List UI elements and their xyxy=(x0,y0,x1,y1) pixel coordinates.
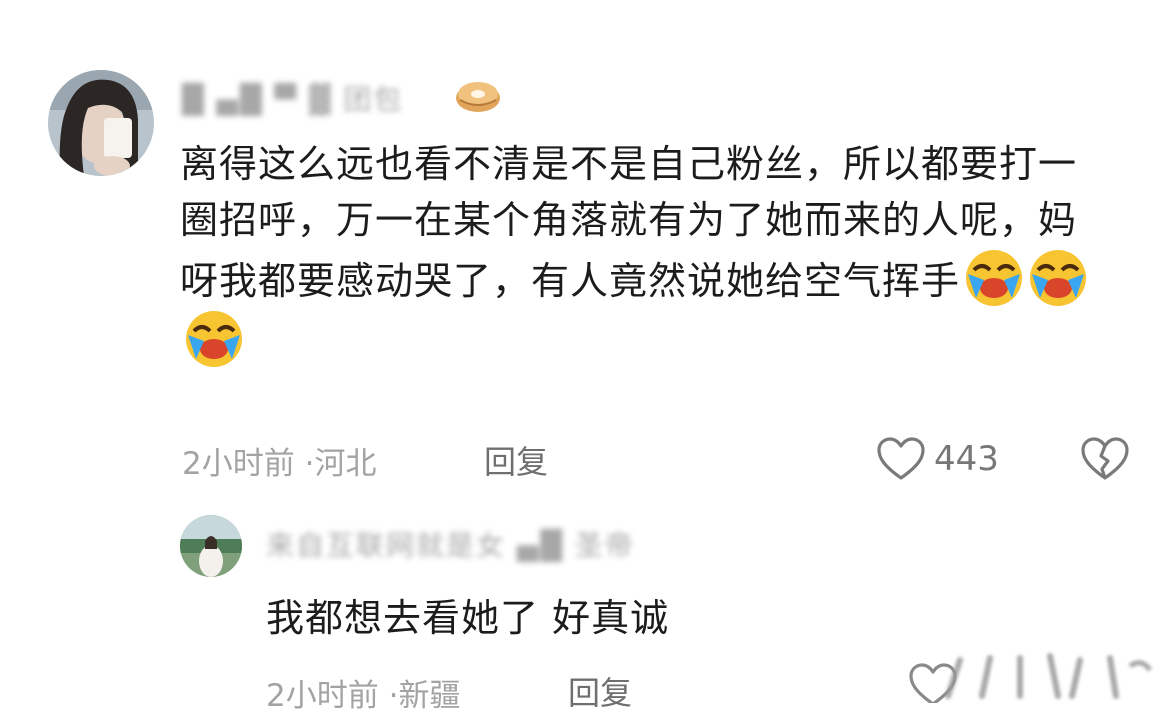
watermark-logo xyxy=(930,650,1155,703)
reply-reply-button[interactable]: 回复 xyxy=(568,668,632,714)
reply-avatar[interactable] xyxy=(180,515,242,577)
avatar[interactable] xyxy=(48,70,154,176)
comment-location: 河北 xyxy=(314,446,377,482)
reply-time: 2小时前 xyxy=(266,678,379,714)
laugh-cry-emoji-icon xyxy=(1028,248,1088,308)
comment-time: 2小时前 xyxy=(182,446,295,482)
heart-icon xyxy=(877,437,925,480)
laugh-cry-emoji-icon xyxy=(964,248,1024,308)
reply-text: 我都想去看她了 好真诚 xyxy=(266,596,670,640)
comment-body: 离得这么远也看不清是不是自己粉丝，所以都要打一圈招呼，万一在某个角落就有为了她而… xyxy=(180,142,1078,303)
like-button[interactable]: 443 xyxy=(876,434,999,484)
dislike-button[interactable] xyxy=(1080,436,1130,482)
broken-heart-icon xyxy=(1081,437,1129,480)
username-badge-icon xyxy=(454,74,502,114)
reply-button[interactable]: 回复 xyxy=(484,437,548,483)
username[interactable]: █ ▄█ ▀ ▓ 团包 xyxy=(182,78,403,118)
like-count: 443 xyxy=(934,439,999,479)
reply-username[interactable]: 来自互联网就是女 ▄█ 圣帝 xyxy=(266,524,635,564)
reply-meta: 2小时前 ·新疆 xyxy=(266,670,460,715)
meta-separator: · xyxy=(304,446,315,482)
comment-text: 离得这么远也看不清是不是自己粉丝，所以都要打一圈招呼，万一在某个角落就有为了她而… xyxy=(180,136,1115,370)
meta-separator: · xyxy=(388,678,399,714)
comment-meta: 2小时前 ·河北 xyxy=(182,438,376,483)
reply-location: 新疆 xyxy=(398,678,461,714)
laugh-cry-emoji-icon xyxy=(184,309,244,369)
